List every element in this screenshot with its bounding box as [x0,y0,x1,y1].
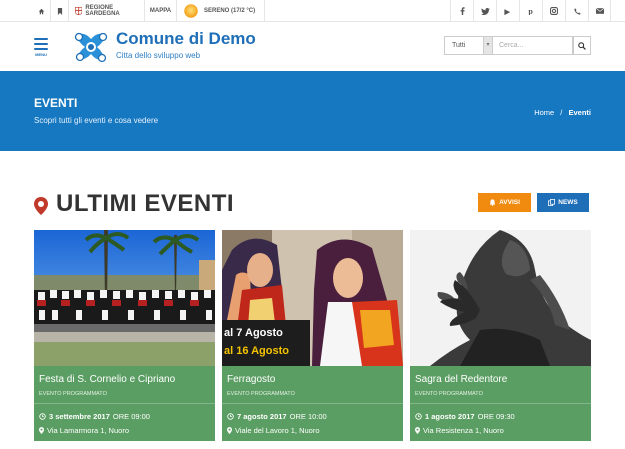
phone-link[interactable] [565,0,588,22]
event-card[interactable]: al 7 Agosto al 16 Agosto Ferragosto EVEN… [222,230,403,441]
region-flag-icon [75,6,83,16]
email-link[interactable] [588,0,611,22]
event-address: Via Lamarmora 1, Nuoro [47,426,129,435]
event-datetime: 3 settembre 2017 ORE 09:00 [39,412,150,421]
menu-label: MENU [35,52,47,57]
weather-label: SERENO (17/2 °C) [204,8,256,14]
instagram-icon [550,7,558,15]
news-button[interactable]: NEWS [537,193,589,212]
twitter-link[interactable] [473,0,496,22]
search-category-value: Tutti [452,42,466,49]
section-title: ULTIMI EVENTI [56,190,235,217]
site-subtitle: Citta dello sviluppo web [116,51,201,60]
avvisi-button[interactable]: AVVISI [478,193,531,212]
page-subtitle: Scopri tutti gli eventi e cosa vedere [34,116,159,125]
search-input[interactable]: Cerca... [493,36,573,55]
event-image-caption: al 7 Agosto [224,327,283,339]
home-link[interactable] [33,0,51,22]
map-label: MAPPA [149,8,172,14]
site-title[interactable]: Comune di Demo [116,29,256,49]
phone-icon [573,7,581,15]
event-date: 3 settembre 2017 [49,412,110,421]
event-location: Via Resistenza 1, Nuoro [415,426,504,435]
home-icon [38,8,45,14]
search-category-select[interactable]: Tutti ▾ [444,36,493,55]
pinterest-icon: p [528,7,533,15]
location-pin-icon [415,427,420,434]
site-header: MENU Comune di Demo Citta dello sviluppo… [0,22,625,71]
divider [34,403,215,404]
event-datetime: 1 agosto 2017 ORE 09:30 [415,412,515,421]
weather-widget[interactable]: SERENO (17/2 °C) [177,0,265,22]
youtube-icon: ▶ [504,8,510,15]
event-card-body: Sagra del Redentore EVENTO PROGRAMMATO 1… [410,366,591,441]
copy-icon [548,199,556,206]
site-logo-icon[interactable] [70,27,112,67]
youtube-link[interactable]: ▶ [496,0,519,22]
event-card-body: Festa di S. Cornelio e Cipriano EVENTO P… [34,366,215,441]
event-card[interactable]: Festa di S. Cornelio e Cipriano EVENTO P… [34,230,215,441]
event-image-caption: al 16 Agosto [224,345,289,357]
menu-button[interactable]: MENU [34,38,48,57]
page-banner: EVENTI Scopri tutti gli eventi e cosa ve… [0,71,625,151]
svg-text:p: p [528,7,533,15]
envelope-icon [595,8,604,14]
avvisi-label: AVVISI [499,199,520,206]
sun-icon [184,4,198,18]
event-type: EVENTO PROGRAMMATO [39,391,107,397]
event-date: 1 agosto 2017 [425,412,475,421]
event-time: ORE 10:00 [289,412,327,421]
event-time: ORE 09:30 [477,412,515,421]
event-card[interactable]: Sagra del Redentore EVENTO PROGRAMMATO 1… [410,230,591,441]
top-bar: REGIONE SARDEGNA MAPPA SERENO (17/2 °C) … [0,0,625,22]
clock-icon [415,413,422,420]
divider [410,403,591,404]
region-link[interactable]: REGIONE SARDEGNA [69,0,145,22]
event-datetime: 7 agosto 2017 ORE 10:00 [227,412,327,421]
search-icon [578,41,586,50]
bell-icon [489,199,496,206]
event-image[interactable] [34,230,215,366]
event-image[interactable] [410,230,591,366]
pinterest-link[interactable]: p [519,0,542,22]
event-address: Viale del Lavoro 1, Nuoro [235,426,320,435]
event-time: ORE 09:00 [112,412,150,421]
event-address: Via Resistenza 1, Nuoro [423,426,504,435]
facebook-link[interactable] [450,0,473,22]
hamburger-icon [34,38,48,40]
chevron-down-icon: ▾ [483,37,492,54]
page-title: EVENTI [34,96,78,110]
search-button[interactable] [573,36,591,55]
event-type: EVENTO PROGRAMMATO [227,391,295,397]
location-pin-icon [227,427,232,434]
region-label: REGIONE SARDEGNA [85,5,120,17]
event-title[interactable]: Sagra del Redentore [415,374,507,385]
event-image[interactable]: al 7 Agosto al 16 Agosto [222,230,403,366]
event-title[interactable]: Festa di S. Cornelio e Cipriano [39,374,175,385]
breadcrumb-separator: / [560,108,563,117]
divider [222,403,403,404]
event-location: Viale del Lavoro 1, Nuoro [227,426,320,435]
facebook-icon [460,7,465,15]
svg-text:▶: ▶ [504,8,510,15]
clock-icon [39,413,46,420]
map-link[interactable]: MAPPA [145,0,177,22]
event-card-body: Ferragosto EVENTO PROGRAMMATO 7 agosto 2… [222,366,403,441]
bookmark-icon [57,7,62,15]
instagram-link[interactable] [542,0,565,22]
event-title[interactable]: Ferragosto [227,374,275,385]
bookmark-link[interactable] [51,0,69,22]
map-pin-icon [34,197,48,215]
event-location: Via Lamarmora 1, Nuoro [39,426,129,435]
breadcrumb-current: Eventi [568,108,591,117]
breadcrumb-home[interactable]: Home [534,108,554,117]
breadcrumb: Home / Eventi [534,108,591,117]
twitter-icon [480,7,490,15]
event-type: EVENTO PROGRAMMATO [415,391,483,397]
news-label: NEWS [558,199,578,206]
event-date: 7 agosto 2017 [237,412,287,421]
clock-icon [227,413,234,420]
location-pin-icon [39,427,44,434]
